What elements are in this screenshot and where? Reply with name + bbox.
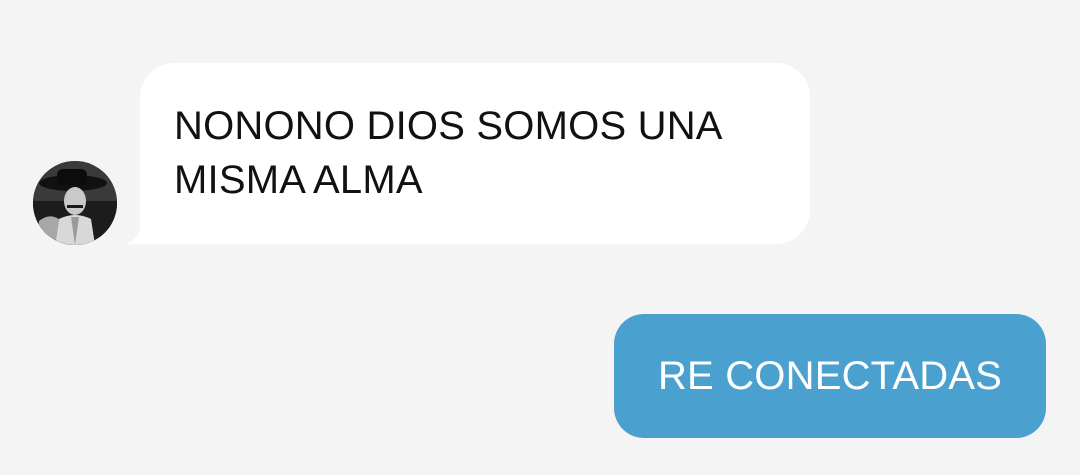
contact-avatar-photo bbox=[33, 161, 117, 245]
incoming-message-bubble[interactable]: NONONO DIOS SOMOS UNA MISMA ALMA bbox=[126, 63, 810, 244]
incoming-message-text: NONONO DIOS SOMOS UNA MISMA ALMA bbox=[174, 104, 721, 202]
bubble-tail-icon bbox=[126, 228, 148, 244]
outgoing-message-text: RE CONECTADAS bbox=[657, 353, 1003, 398]
outgoing-message-bubble[interactable]: RE CONECTADAS bbox=[614, 314, 1046, 438]
chat-thread: NONONO DIOS SOMOS UNA MISMA ALMA RE CONE… bbox=[0, 0, 1080, 475]
contact-avatar[interactable] bbox=[33, 161, 117, 245]
